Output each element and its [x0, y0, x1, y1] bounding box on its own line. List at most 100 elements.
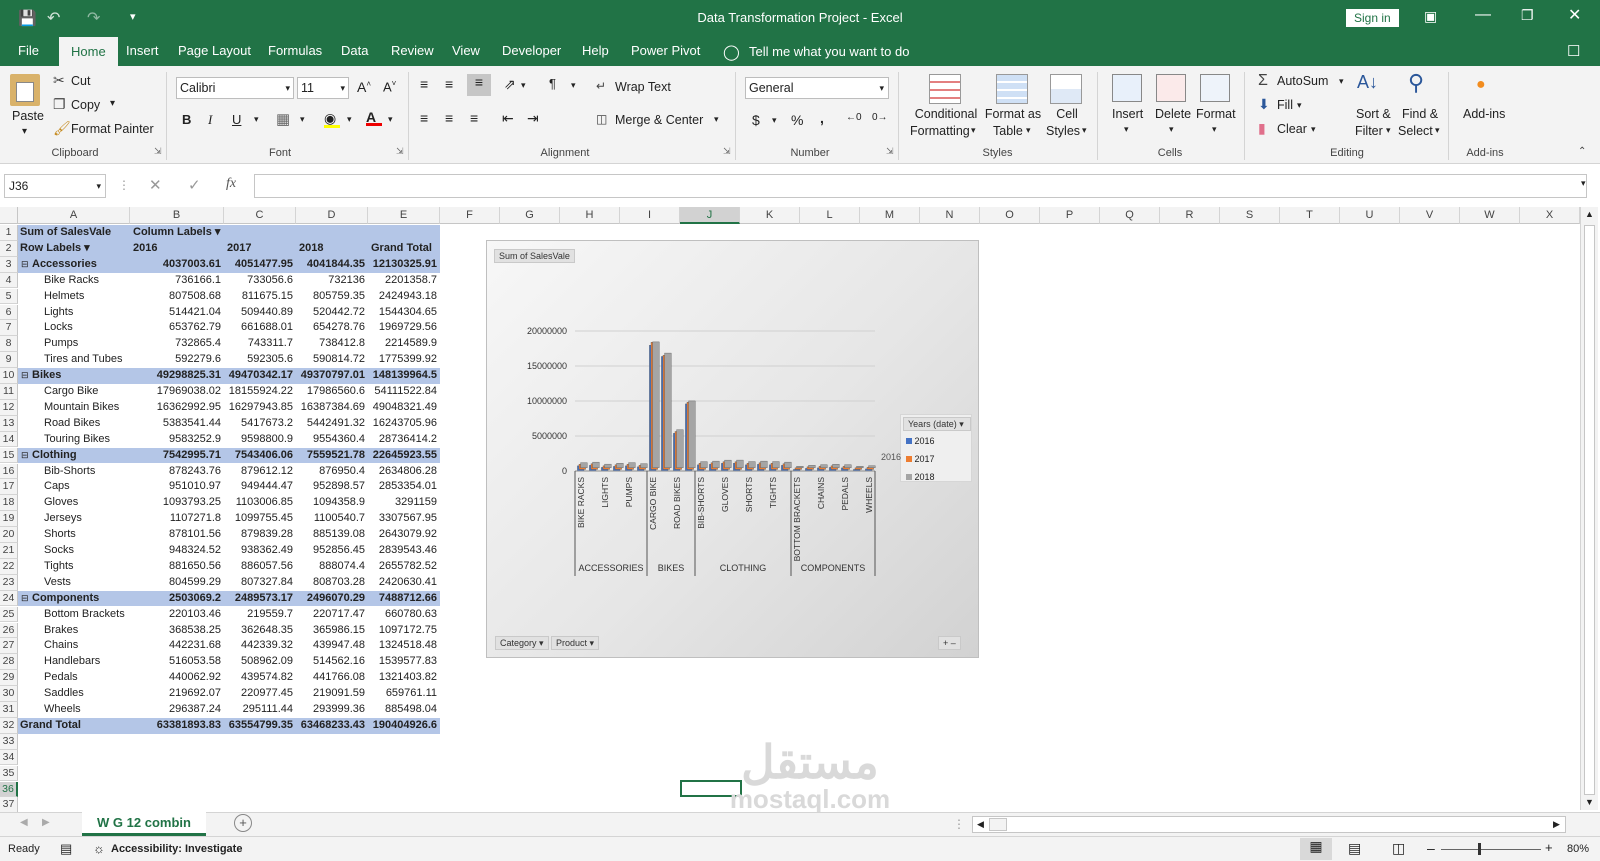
column-header-P[interactable]: P — [1040, 207, 1100, 224]
pivot-value-cell[interactable]: 293999.36 — [296, 702, 368, 718]
pivot-item-label[interactable]: Pumps — [18, 336, 130, 352]
zoom-slider[interactable] — [1441, 849, 1541, 850]
pivot-item-label[interactable]: Vests — [18, 575, 130, 591]
pivot-value-cell[interactable]: 1775399.92 — [368, 352, 440, 368]
pivot-value-cell[interactable]: 7488712.66 — [368, 590, 440, 607]
pivot-value-cell[interactable]: 2655782.52 — [368, 559, 440, 575]
conditional-dropdown-icon[interactable]: ▾ — [971, 125, 976, 136]
pivot-value-cell[interactable]: 440062.92 — [130, 670, 224, 686]
pivot-value-cell[interactable]: 1539577.83 — [368, 654, 440, 670]
conditional-formatting-line2[interactable]: Formatting — [910, 124, 970, 138]
pivot-value-cell[interactable]: 514421.04 — [130, 305, 224, 321]
row-header-5[interactable]: 5 — [0, 288, 18, 305]
row-header-18[interactable]: 18 — [0, 495, 18, 512]
currency-button[interactable]: $ — [752, 112, 760, 128]
paste-icon[interactable] — [10, 74, 40, 106]
pivot-value-cell[interactable]: 653762.79 — [130, 320, 224, 336]
column-header-G[interactable]: G — [500, 207, 560, 224]
pivot-value-cell[interactable]: 886057.56 — [224, 559, 296, 575]
row-header-10[interactable]: 10 — [0, 368, 18, 384]
pivot-value-cell[interactable]: 1544304.65 — [368, 305, 440, 321]
vertical-scrollbar[interactable]: ▲ ▼ — [1580, 207, 1598, 810]
align-center-icon[interactable]: ≡ — [445, 110, 453, 126]
row-header-24[interactable]: 24 — [0, 590, 18, 607]
merge-dropdown-icon[interactable]: ▾ — [714, 114, 719, 125]
bar-2018-12[interactable] — [724, 459, 732, 468]
pivot-item-label[interactable]: Locks — [18, 320, 130, 336]
font-color-dropdown-icon[interactable]: ▾ — [388, 114, 393, 125]
select-all-corner[interactable] — [0, 207, 18, 224]
minimize-icon[interactable]: — — [1475, 6, 1491, 24]
page-layout-view-icon[interactable]: ▤ — [1348, 840, 1361, 857]
bold-button[interactable]: B — [182, 112, 191, 127]
pivot-value-cell[interactable]: 2496070.29 — [296, 590, 368, 607]
pivot-value-cell[interactable]: 804599.29 — [130, 575, 224, 591]
pivot-value-cell[interactable]: 807327.84 — [224, 575, 296, 591]
pivot-value-cell[interactable]: 3291159 — [368, 495, 440, 511]
clear-button[interactable]: Clear — [1277, 122, 1307, 136]
pivot-value-cell[interactable]: 2201358.7 — [368, 273, 440, 289]
pivot-item-label[interactable]: Bottom Brackets — [18, 607, 130, 623]
text-direction-icon[interactable]: ¶ — [549, 76, 556, 91]
row-header-3[interactable]: 3 — [0, 256, 18, 273]
pivot-column-header[interactable]: Grand Total — [368, 240, 440, 257]
insert-dropdown-icon[interactable]: ▾ — [1124, 124, 1129, 135]
pivot-item-label[interactable]: Road Bikes — [18, 416, 130, 432]
increase-font-icon[interactable]: A˄ — [357, 79, 371, 95]
restore-icon[interactable]: ❐ — [1521, 7, 1534, 24]
pivot-item-label[interactable]: Bib-Shorts — [18, 464, 130, 480]
zoom-slider-thumb[interactable] — [1478, 843, 1481, 855]
redo-icon[interactable]: ↷ — [87, 8, 100, 28]
pivot-value-cell[interactable]: 49048321.49 — [368, 400, 440, 416]
tab-power-pivot[interactable]: Power Pivot — [625, 36, 706, 66]
column-header-N[interactable]: N — [920, 207, 980, 224]
bar-2018-24[interactable] — [868, 465, 876, 468]
font-name-select[interactable]: Calibri ▾ — [176, 77, 294, 99]
tab-review[interactable]: Review — [385, 36, 440, 66]
pivot-value-cell[interactable]: 1107271.8 — [130, 511, 224, 527]
row-header-23[interactable]: 23 — [0, 574, 18, 591]
row-header-17[interactable]: 17 — [0, 479, 18, 496]
legend-filter-button[interactable]: Years (date) ▾ — [903, 417, 971, 431]
tab-page-layout[interactable]: Page Layout — [172, 36, 257, 66]
fill-color-dropdown-icon[interactable]: ▾ — [347, 114, 352, 125]
pivot-column-header[interactable]: 2016 — [130, 240, 224, 257]
autosum-button[interactable]: AutoSum — [1277, 74, 1328, 88]
pivot-value-cell[interactable]: 948324.52 — [130, 543, 224, 559]
pivot-value-cell[interactable]: 439947.48 — [296, 638, 368, 654]
tab-help[interactable]: Help — [576, 36, 615, 66]
row-header-25[interactable]: 25 — [0, 606, 18, 623]
column-header-X[interactable]: X — [1520, 207, 1580, 224]
undo-icon[interactable]: ↶ — [47, 8, 60, 28]
percent-button[interactable]: % — [791, 112, 803, 128]
pivot-value-cell[interactable]: 441766.08 — [296, 670, 368, 686]
pivot-value-cell[interactable]: 876950.4 — [296, 464, 368, 480]
pivot-column-header[interactable]: 2018 — [296, 240, 368, 257]
bar-2018-6[interactable] — [652, 341, 660, 468]
tab-view[interactable]: View — [446, 36, 486, 66]
pivot-value-cell[interactable]: 148139964.5 — [368, 368, 440, 384]
format-dropdown-icon[interactable]: ▾ — [1212, 124, 1217, 135]
pivot-value-cell[interactable]: 5442491.32 — [296, 416, 368, 432]
pivot-item-label[interactable]: Pedals — [18, 670, 130, 686]
pivot-header-blank[interactable] — [224, 225, 296, 241]
pivot-value-cell[interactable]: 1324518.48 — [368, 638, 440, 654]
row-labels-filter[interactable]: Row Labels ▾ — [18, 240, 130, 257]
paste-dropdown-icon[interactable]: ▾ — [22, 126, 27, 137]
pivot-value-cell[interactable]: 439574.82 — [224, 670, 296, 686]
formula-input[interactable] — [254, 174, 1587, 198]
row-header-12[interactable]: 12 — [0, 399, 18, 416]
pivot-value-cell[interactable]: 12130325.91 — [368, 256, 440, 273]
row-header-26[interactable]: 26 — [0, 622, 18, 639]
close-icon[interactable]: ✕ — [1568, 5, 1581, 25]
column-header-S[interactable]: S — [1220, 207, 1280, 224]
expand-collapse-buttons[interactable]: + – — [938, 636, 961, 650]
pivot-value-cell[interactable]: 16297943.85 — [224, 400, 296, 416]
pivot-value-cell[interactable]: 442339.32 — [224, 638, 296, 654]
pivot-value-cell[interactable]: 661688.01 — [224, 320, 296, 336]
add-sheet-button[interactable]: + — [234, 814, 252, 832]
pivot-value-cell[interactable]: 520442.72 — [296, 305, 368, 321]
column-header-W[interactable]: W — [1460, 207, 1520, 224]
pivot-value-cell[interactable]: 7559521.78 — [296, 447, 368, 464]
category-filter-button[interactable]: Category ▾ — [495, 636, 549, 650]
